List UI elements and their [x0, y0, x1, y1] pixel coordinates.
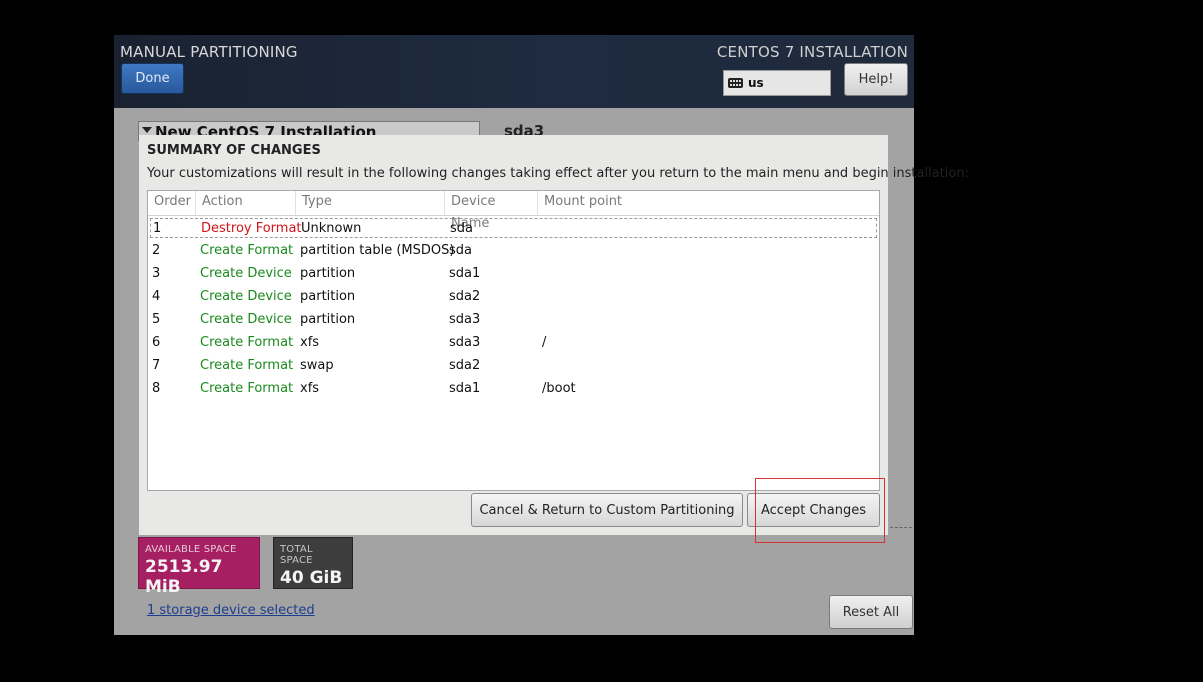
row-mount-point: /	[542, 335, 547, 350]
row-device: sda1	[449, 266, 481, 281]
help-button[interactable]: Help!	[844, 63, 908, 96]
available-space-box: AVAILABLE SPACE 2513.97 MiB	[138, 537, 260, 597]
storage-devices-link[interactable]: 1 storage device selected	[147, 603, 315, 618]
row-type: swap	[300, 358, 334, 373]
dialog-description: Your customizations will result in the f…	[147, 166, 969, 181]
row-mount-point: /boot	[542, 381, 576, 396]
row-device: sda2	[449, 358, 481, 373]
accept-changes-button[interactable]: Accept Changes	[747, 493, 880, 527]
table-row[interactable]: 1 Destroy Format Unknown sda	[150, 218, 877, 238]
table-row[interactable]: 2 Create Format partition table (MSDOS) sda	[150, 241, 877, 261]
table-row[interactable]: 5 Create Device partition sda3	[150, 310, 877, 330]
row-type: xfs	[300, 381, 320, 396]
dialog-title: SUMMARY OF CHANGES	[147, 143, 321, 158]
column-header-device-name[interactable]: Device Name	[445, 191, 538, 231]
done-button[interactable]: Done	[121, 63, 184, 94]
table-row[interactable]: 7 Create Format swap sda2	[150, 356, 877, 376]
spoke-title: MANUAL PARTITIONING	[120, 43, 298, 61]
row-type: partition table (MSDOS)	[300, 243, 455, 258]
column-header-type[interactable]: Type	[296, 191, 445, 215]
row-type: xfs	[300, 335, 320, 350]
reset-all-button[interactable]: Reset All	[829, 595, 913, 629]
column-header-mount-point[interactable]: Mount point	[538, 191, 879, 215]
product-title: CENTOS 7 INSTALLATION	[716, 43, 908, 61]
row-device: sda	[449, 243, 472, 258]
row-type: Unknown	[301, 221, 362, 236]
row-order: 1	[153, 221, 162, 236]
row-order: 4	[152, 289, 161, 304]
row-type: partition	[300, 266, 356, 281]
available-space-value: 2513.97 MiB	[145, 557, 223, 597]
table-header: Order Action Type Device Name Mount poin…	[148, 191, 879, 231]
total-space-label: TOTAL SPACE	[280, 544, 313, 566]
divider	[890, 527, 912, 528]
row-action: Create Device	[200, 289, 292, 304]
row-order: 7	[152, 358, 161, 373]
row-device: sda	[450, 221, 473, 236]
row-action: Create Format	[200, 243, 294, 258]
row-action: Create Format	[200, 358, 294, 373]
row-device: sda2	[449, 289, 481, 304]
table-row[interactable]: 8 Create Format xfs sda1/boot	[150, 379, 877, 399]
keyboard-layout-label: us	[748, 76, 764, 90]
row-action: Create Format	[200, 335, 294, 350]
keyboard-icon	[728, 78, 743, 88]
row-action: Create Format	[200, 381, 294, 396]
row-order: 2	[152, 243, 161, 258]
row-action: Create Device	[200, 266, 292, 281]
total-space-value: 40 GiB	[280, 568, 343, 588]
row-order: 6	[152, 335, 161, 350]
row-order: 3	[152, 266, 161, 281]
cancel-return-button[interactable]: Cancel & Return to Custom Partitioning	[471, 493, 743, 527]
row-order: 8	[152, 381, 161, 396]
row-action: Destroy Format	[201, 221, 302, 236]
changes-table: Order Action Type Device Name Mount poin…	[147, 190, 880, 491]
column-header-action[interactable]: Action	[196, 191, 296, 215]
row-order: 5	[152, 312, 161, 327]
summary-of-changes-dialog: SUMMARY OF CHANGES Your customizations w…	[139, 135, 969, 535]
table-row[interactable]: 3 Create Device partition sda1	[150, 264, 877, 284]
row-device: sda3	[449, 335, 481, 350]
expander-arrow-icon	[142, 127, 152, 133]
header-bar: MANUAL PARTITIONING Done CENTOS 7 INSTAL…	[114, 35, 914, 108]
total-space-box: TOTAL SPACE 40 GiB	[273, 537, 353, 589]
row-device: sda3	[449, 312, 481, 327]
row-device: sda1	[449, 381, 481, 396]
row-action: Create Device	[200, 312, 292, 327]
available-space-label: AVAILABLE SPACE	[145, 544, 237, 555]
column-header-order[interactable]: Order	[148, 191, 196, 215]
keyboard-layout-indicator[interactable]: us	[723, 70, 831, 96]
table-row[interactable]: 6 Create Format xfs sda3 /	[150, 333, 877, 353]
row-type: partition	[300, 289, 356, 304]
table-row[interactable]: 4 Create Device partition sda2	[150, 287, 877, 307]
row-type: partition	[300, 312, 356, 327]
